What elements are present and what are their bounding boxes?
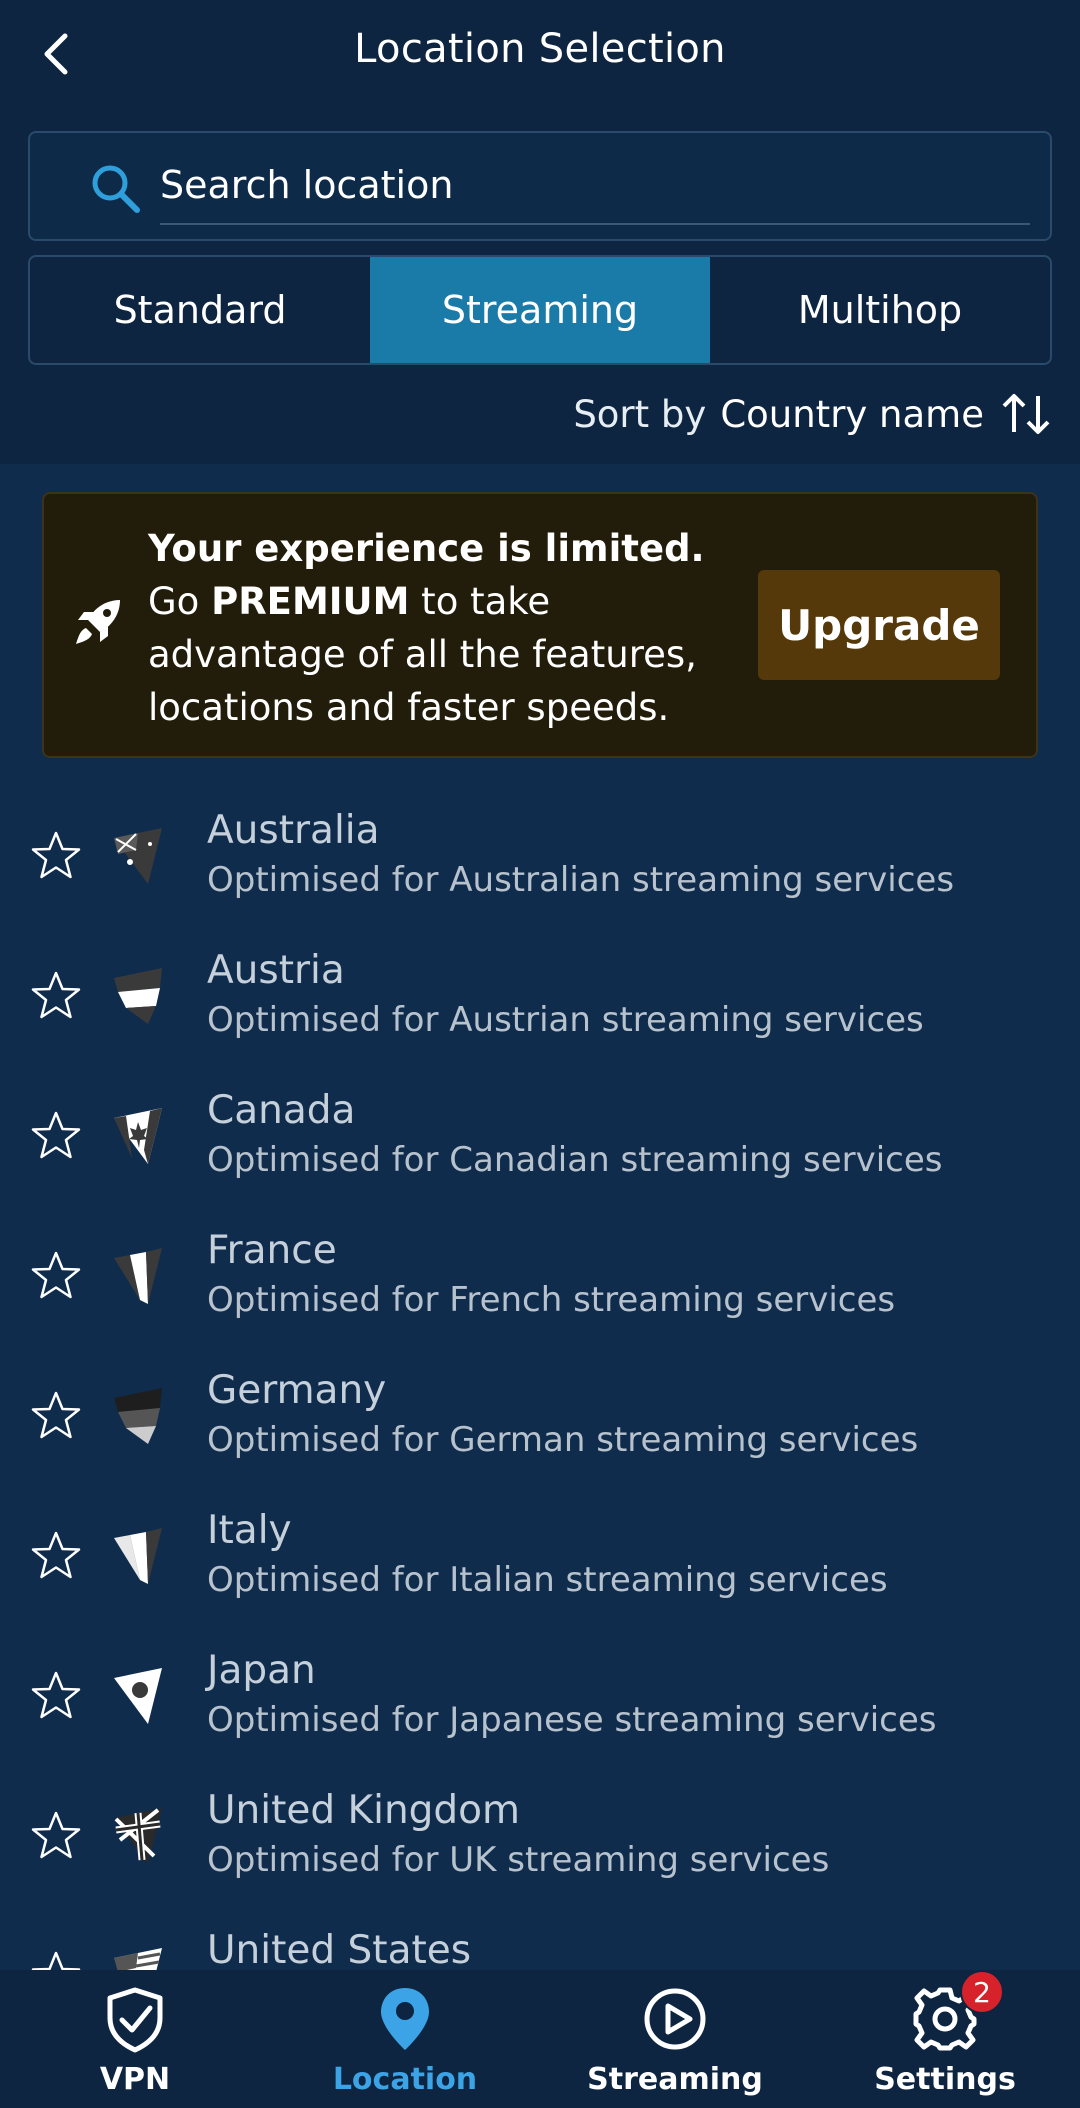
- premium-banner: Your experience is limited. Go PREMIUM t…: [42, 492, 1038, 758]
- sort-control[interactable]: Sort by Country name: [573, 386, 1052, 442]
- upgrade-button[interactable]: Upgrade: [758, 570, 1000, 680]
- banner-message: Your experience is limited. Go PREMIUM t…: [148, 522, 748, 734]
- star-icon[interactable]: [30, 830, 82, 882]
- country-name: Germany: [207, 1368, 387, 1413]
- united-kingdom-flag-icon: [114, 1808, 162, 1864]
- sort-arrows-icon[interactable]: [1000, 390, 1052, 438]
- austria-flag-icon: [114, 968, 162, 1024]
- list-item-germany[interactable]: Germany Optimised for German streaming s…: [0, 1350, 1080, 1490]
- tab-standard[interactable]: Standard: [30, 257, 370, 363]
- nav-streaming[interactable]: Streaming: [540, 1970, 810, 2108]
- bottom-navigation: VPN Location Streaming 2 Settings: [0, 1970, 1080, 2108]
- list-item-united-kingdom[interactable]: United Kingdom Optimised for UK streamin…: [0, 1770, 1080, 1910]
- banner-bold-lead: Your experience is limited.: [148, 527, 705, 570]
- location-tabs: Standard Streaming Multihop: [28, 255, 1052, 365]
- france-flag-icon: [114, 1248, 162, 1304]
- star-icon[interactable]: [30, 1670, 82, 1722]
- country-name: United Kingdom: [207, 1788, 521, 1833]
- star-icon[interactable]: [30, 1110, 82, 1162]
- location-pin-icon: [381, 1988, 429, 2050]
- nav-label: VPN: [99, 2062, 171, 2097]
- page-title: Location Selection: [354, 26, 726, 72]
- nav-settings[interactable]: 2 Settings: [810, 1970, 1080, 2108]
- search-icon: [92, 165, 140, 213]
- list-item-japan[interactable]: Japan Optimised for Japanese streaming s…: [0, 1630, 1080, 1770]
- settings-notification-badge: 2: [960, 1970, 1004, 2014]
- country-name: Australia: [207, 808, 380, 853]
- italy-flag-icon: [114, 1528, 162, 1584]
- nav-location[interactable]: Location: [270, 1970, 540, 2108]
- banner-premium: PREMIUM: [211, 580, 410, 623]
- germany-flag-icon: [114, 1388, 162, 1444]
- sort-label: Sort by: [573, 392, 707, 436]
- sort-value[interactable]: Country name: [720, 393, 984, 436]
- star-icon[interactable]: [30, 1810, 82, 1862]
- rocket-icon: [76, 600, 120, 644]
- country-subtitle: Optimised for German streaming services: [207, 1420, 919, 1460]
- star-icon[interactable]: [30, 1530, 82, 1582]
- japan-flag-icon: [114, 1668, 162, 1724]
- country-subtitle: Optimised for French streaming services: [207, 1280, 896, 1320]
- app-screen: Location Selection Standard Streaming Mu…: [0, 0, 1080, 2108]
- country-name: Japan: [207, 1648, 316, 1693]
- star-icon[interactable]: [30, 970, 82, 1022]
- country-subtitle: Optimised for Austrian streaming service…: [207, 1000, 924, 1040]
- banner-text-1: Go: [148, 580, 212, 623]
- country-name: France: [207, 1228, 337, 1273]
- tab-streaming[interactable]: Streaming: [370, 257, 710, 363]
- country-name: Italy: [207, 1508, 292, 1553]
- play-circle-icon: [644, 1988, 706, 2050]
- location-list: Australia Optimised for Australian strea…: [0, 790, 1080, 2050]
- list-item-france[interactable]: France Optimised for French streaming se…: [0, 1210, 1080, 1350]
- list-item-canada[interactable]: Canada Optimised for Canadian streaming …: [0, 1070, 1080, 1210]
- country-subtitle: Optimised for Japanese streaming service…: [207, 1700, 937, 1740]
- country-name: United States: [207, 1928, 472, 1973]
- list-item-austria[interactable]: Austria Optimised for Austrian streaming…: [0, 930, 1080, 1070]
- shield-check-icon: [107, 1987, 163, 2053]
- country-name: Austria: [207, 948, 345, 993]
- search-input[interactable]: [160, 155, 1020, 215]
- nav-label: Streaming: [587, 2062, 763, 2097]
- country-subtitle: Optimised for Italian streaming services: [207, 1560, 888, 1600]
- tab-multihop[interactable]: Multihop: [710, 257, 1050, 363]
- nav-label: Settings: [874, 2062, 1016, 2097]
- country-subtitle: Optimised for Australian streaming servi…: [207, 860, 955, 900]
- star-icon[interactable]: [30, 1390, 82, 1442]
- star-icon[interactable]: [30, 1250, 82, 1302]
- list-item-italy[interactable]: Italy Optimised for Italian streaming se…: [0, 1490, 1080, 1630]
- search-underline: [160, 223, 1030, 225]
- country-name: Canada: [207, 1088, 356, 1133]
- nav-label: Location: [332, 2062, 478, 2097]
- search-box[interactable]: [28, 131, 1052, 241]
- australia-flag-icon: [114, 828, 162, 884]
- nav-vpn[interactable]: VPN: [0, 1970, 270, 2108]
- canada-flag-icon: [114, 1108, 162, 1164]
- header: Location Selection Standard Streaming Mu…: [0, 0, 1080, 464]
- list-item-australia[interactable]: Australia Optimised for Australian strea…: [0, 790, 1080, 930]
- country-subtitle: Optimised for UK streaming services: [207, 1840, 830, 1880]
- country-subtitle: Optimised for Canadian streaming service…: [207, 1140, 943, 1180]
